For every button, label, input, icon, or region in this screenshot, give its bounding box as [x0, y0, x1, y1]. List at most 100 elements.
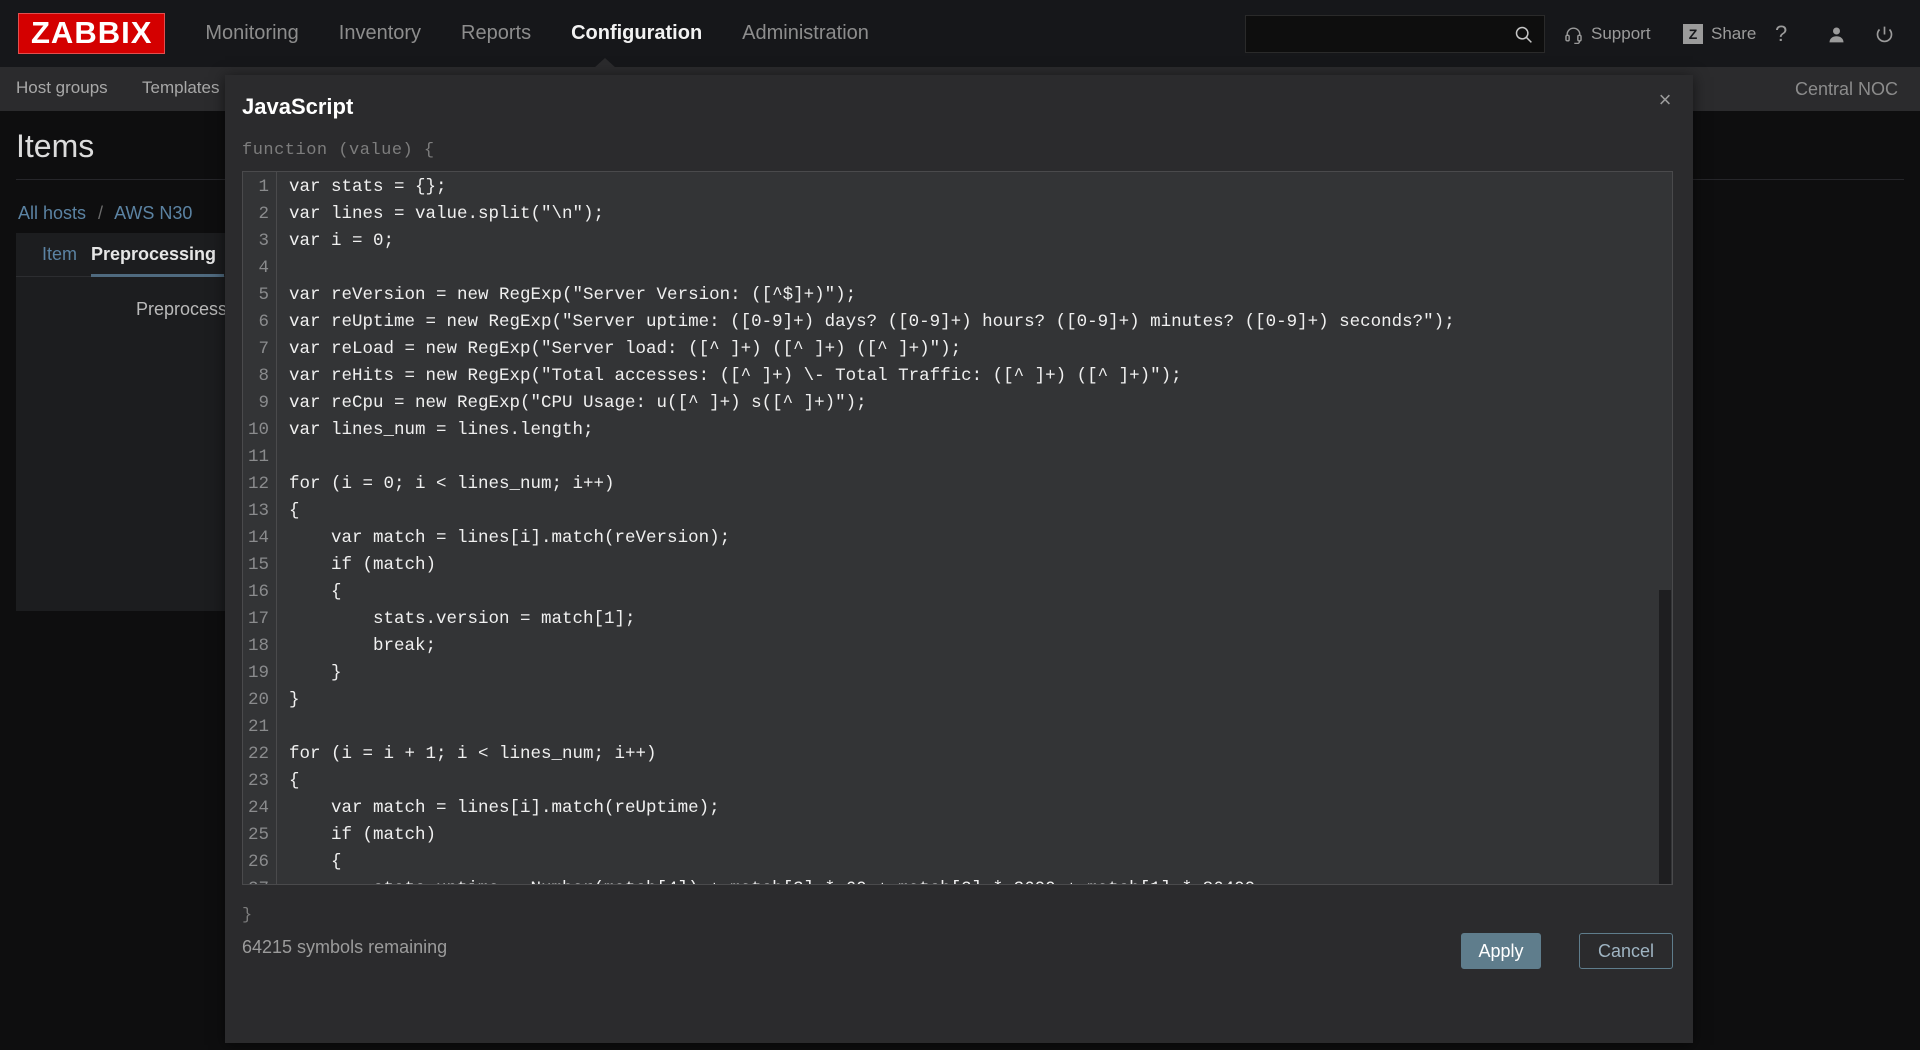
code-line-number: 17 [243, 606, 269, 633]
code-line: 9 var reCpu = new RegExp("CPU Usage: u([^… [243, 390, 1672, 417]
sign-out-link[interactable] [1874, 15, 1895, 53]
subnav-item-templates[interactable]: Templates [142, 78, 219, 98]
code-line-text: var reCpu = new RegExp("CPU Usage: u([^ … [289, 390, 867, 417]
page-title: Items [16, 128, 94, 165]
code-line-number: 24 [243, 795, 269, 822]
code-line-number: 8 [243, 363, 269, 390]
code-line: 5var reVersion = new RegExp("Server Vers… [243, 282, 1672, 309]
code-line-text: var reUptime = new RegExp("Server uptime… [289, 309, 1455, 336]
code-line: 23 { [243, 768, 1672, 795]
code-line-text: { [289, 849, 342, 876]
user-profile-link[interactable] [1826, 15, 1847, 53]
code-line: 14 var match = lines[i].match(reVersion)… [243, 525, 1672, 552]
close-icon[interactable]: × [1651, 87, 1679, 115]
code-line-text: { [289, 498, 300, 525]
code-line-text: var match = lines[i].match(reUptime); [289, 795, 720, 822]
code-line-text: } [289, 660, 342, 687]
cancel-button[interactable]: Cancel [1579, 933, 1673, 969]
code-line-text: for (i = i + 1; i < lines_num; i++) [289, 741, 657, 768]
nav-item-reports[interactable]: Reports [461, 22, 531, 45]
nav-item-inventory[interactable]: Inventory [339, 22, 421, 45]
editor-scrollbar-thumb[interactable] [1659, 590, 1671, 884]
help-link[interactable]: ? [1775, 15, 1787, 53]
nav-item-monitoring[interactable]: Monitoring [205, 22, 298, 45]
search-icon[interactable] [1513, 24, 1544, 45]
code-line-number: 9 [243, 390, 269, 417]
code-line-number: 22 [243, 741, 269, 768]
preprocessing-steps-label: Preprocessing [136, 299, 231, 320]
code-line: 22 for (i = i + 1; i < lines_num; i++) [243, 741, 1672, 768]
breadcrumb-all-hosts[interactable]: All hosts [18, 203, 86, 223]
nav-item-administration[interactable]: Administration [742, 22, 869, 45]
code-line-number: 20 [243, 687, 269, 714]
breadcrumb-host[interactable]: AWS N30 [114, 203, 192, 223]
tab-item[interactable]: Item [42, 244, 77, 265]
support-link[interactable]: Support [1564, 15, 1651, 53]
code-line-number: 1 [243, 174, 269, 201]
global-search-box[interactable] [1245, 15, 1545, 53]
code-line-text: break; [289, 633, 436, 660]
code-line: 20} [243, 687, 1672, 714]
code-line-number: 10 [243, 417, 269, 444]
code-line-number: 4 [243, 255, 269, 282]
nav-item-configuration[interactable]: Configuration [571, 22, 702, 45]
code-line-number: 16 [243, 579, 269, 606]
code-line-text: var reLoad = new RegExp("Server load: ([… [289, 336, 961, 363]
zabbix-share-icon: Z [1683, 24, 1703, 44]
code-line: 15 if (match) [243, 552, 1672, 579]
code-line-text: stats.uptime = Number(match[4]) + match[… [289, 876, 1255, 885]
code-line-number: 6 [243, 309, 269, 336]
code-line: 6 var reUptime = new RegExp("Server uptim… [243, 309, 1672, 336]
code-line: 27 stats.uptime = Number(match[4]) + mat… [243, 876, 1672, 885]
code-line-text: var reHits = new RegExp("Total accesses:… [289, 363, 1182, 390]
code-line-text: { [289, 579, 342, 606]
share-link[interactable]: Z Share [1683, 15, 1756, 53]
code-line-text: var lines_num = lines.length; [289, 417, 594, 444]
subnav-item-host-groups[interactable]: Host groups [16, 78, 108, 98]
code-line: 21 [243, 714, 1672, 741]
code-line: 18 break; [243, 633, 1672, 660]
code-line-number: 5 [243, 282, 269, 309]
code-line: 17 stats.version = match[1]; [243, 606, 1672, 633]
code-line-text: { [289, 768, 300, 795]
user-icon [1826, 24, 1847, 45]
zabbix-logo[interactable]: ZABBIX [18, 13, 165, 54]
code-line: 1var stats = {}; [243, 174, 1672, 201]
support-label: Support [1591, 24, 1651, 44]
code-line: 12 for (i = 0; i < lines_num; i++) [243, 471, 1672, 498]
code-line-text: if (match) [289, 552, 436, 579]
code-line: 8 var reHits = new RegExp("Total accesses… [243, 363, 1672, 390]
tab-active-underline [91, 274, 224, 277]
javascript-code-editor[interactable]: 1var stats = {};2 var lines = value.split… [242, 171, 1673, 885]
code-line-text: } [289, 687, 300, 714]
code-line-number: 23 [243, 768, 269, 795]
code-line-text: var match = lines[i].match(reVersion); [289, 525, 730, 552]
code-line-number: 19 [243, 660, 269, 687]
editor-vertical-scrollbar[interactable] [1658, 172, 1672, 884]
code-line-number: 18 [243, 633, 269, 660]
code-line-number: 3 [243, 228, 269, 255]
code-line-number: 21 [243, 714, 269, 741]
tab-preprocessing[interactable]: Preprocessing [91, 244, 216, 265]
code-line-text: if (match) [289, 822, 436, 849]
code-line: 2 var lines = value.split("\n"); [243, 201, 1672, 228]
code-line-number: 25 [243, 822, 269, 849]
code-line-number: 12 [243, 471, 269, 498]
code-line-number: 15 [243, 552, 269, 579]
code-line-text: var lines = value.split("\n"); [289, 201, 604, 228]
code-line: 7 var reLoad = new RegExp("Server load: (… [243, 336, 1672, 363]
code-line-number: 7 [243, 336, 269, 363]
code-line: 16 { [243, 579, 1672, 606]
top-navigation-bar: ZABBIX Monitoring Inventory Reports Conf… [0, 0, 1920, 67]
power-icon [1874, 24, 1895, 45]
apply-button[interactable]: Apply [1461, 933, 1541, 969]
code-line: 4 [243, 255, 1672, 282]
code-line-text: for (i = 0; i < lines_num; i++) [289, 471, 615, 498]
server-name-label: Central NOC [1795, 79, 1898, 100]
code-lines-container: 1var stats = {};2 var lines = value.split… [243, 172, 1672, 885]
code-line: 24 var match = lines[i].match(reUptime); [243, 795, 1672, 822]
search-input[interactable] [1246, 16, 1513, 52]
code-line-number: 14 [243, 525, 269, 552]
code-line-number: 2 [243, 201, 269, 228]
share-label: Share [1711, 24, 1756, 44]
